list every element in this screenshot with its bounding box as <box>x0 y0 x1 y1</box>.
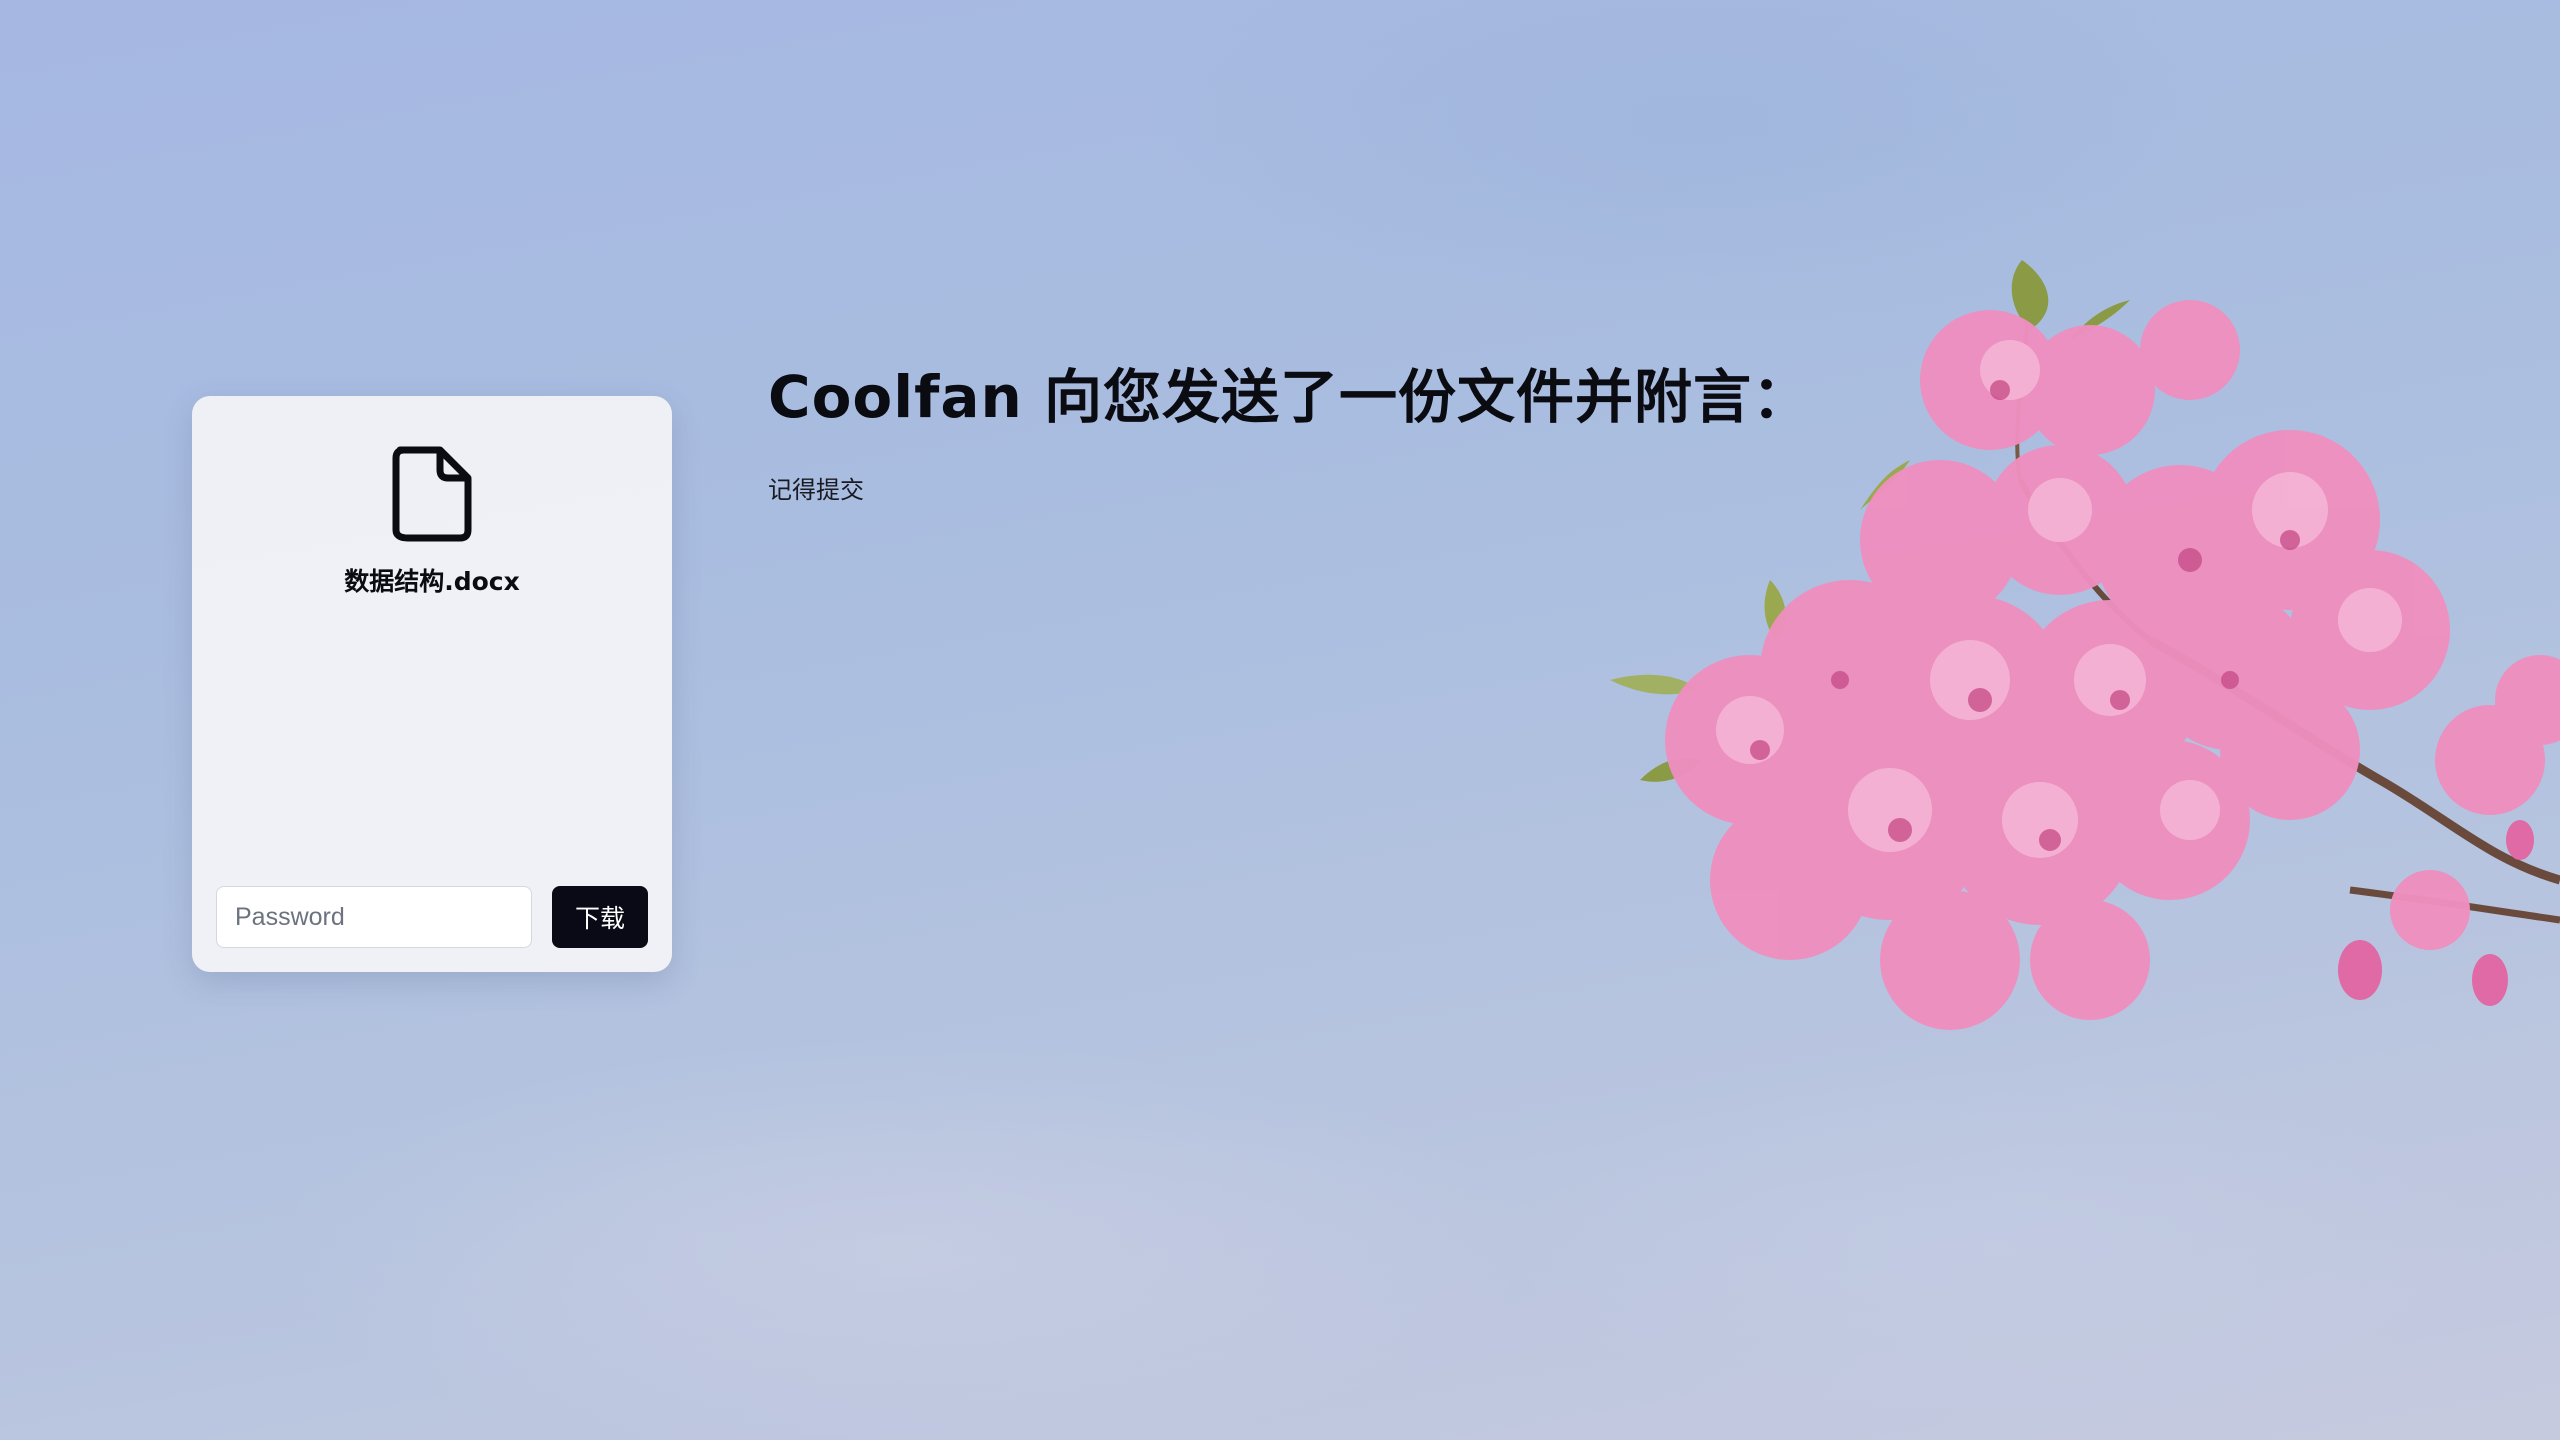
file-name: 数据结构.docx <box>344 567 520 596</box>
sender-note: 记得提交 <box>768 476 864 504</box>
password-input[interactable] <box>216 886 532 948</box>
cherry-blossom-image <box>1610 260 2560 1030</box>
download-button[interactable]: 下载 <box>552 886 648 948</box>
file-card: 数据结构.docx 下载 <box>192 396 672 972</box>
share-page: 数据结构.docx 下载 Coolfan 向您发送了一份文件并附言： 记得提交 <box>0 0 2560 1440</box>
file-icon <box>392 446 472 542</box>
page-title: Coolfan 向您发送了一份文件并附言： <box>768 363 1811 431</box>
